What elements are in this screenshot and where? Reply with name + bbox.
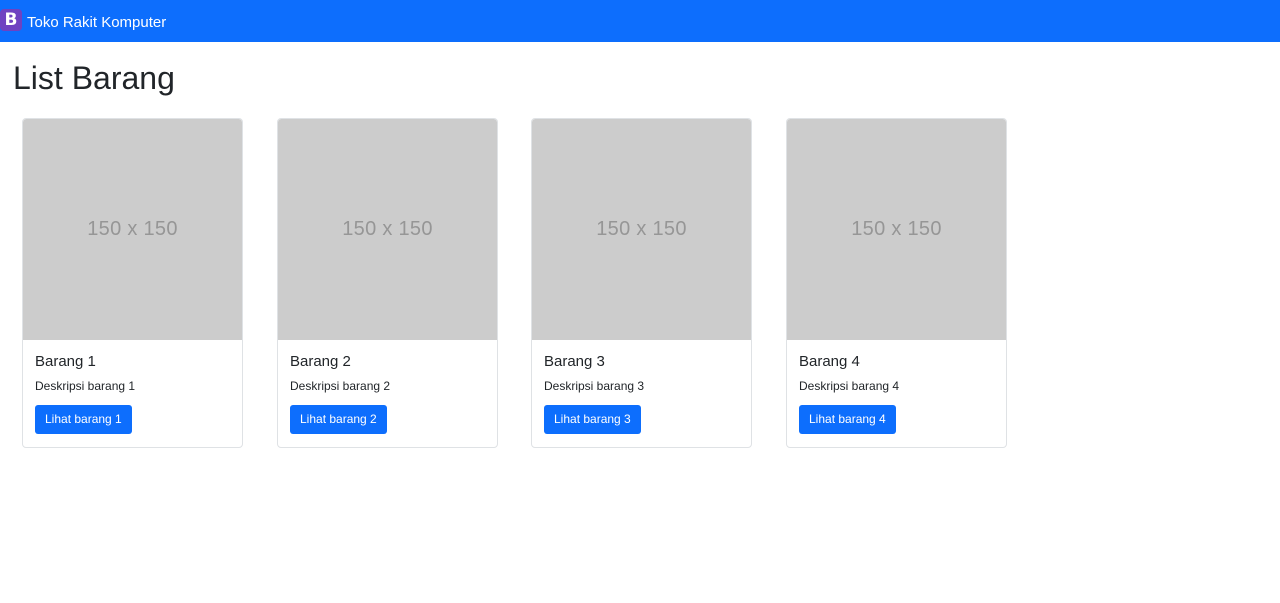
view-item-button[interactable]: Lihat barang 4	[799, 405, 896, 434]
card-title: Barang 2	[290, 353, 351, 370]
view-item-button[interactable]: Lihat barang 2	[290, 405, 387, 434]
product-card-2: 150 x 150 Barang 2 Deskripsi barang 2 Li…	[277, 118, 498, 448]
card-title: Barang 1	[35, 353, 96, 370]
brand-link[interactable]: Toko Rakit Komputer	[27, 14, 166, 31]
card-description: Deskripsi barang 1	[35, 379, 136, 393]
card-title: Barang 3	[544, 353, 605, 370]
product-image-placeholder: 150 x 150	[532, 119, 751, 340]
product-card-1: 150 x 150 Barang 1 Deskripsi barang 1 Li…	[22, 118, 243, 448]
page-title: List Barang	[13, 60, 175, 96]
card-description: Deskripsi barang 2	[290, 379, 391, 393]
view-item-button[interactable]: Lihat barang 3	[544, 405, 641, 434]
product-image-placeholder: 150 x 150	[787, 119, 1006, 340]
card-body: Barang 1 Deskripsi barang 1 Lihat barang…	[23, 340, 242, 434]
card-body: Barang 2 Deskripsi barang 2 Lihat barang…	[278, 340, 497, 434]
view-item-button[interactable]: Lihat barang 1	[35, 405, 132, 434]
card-title: Barang 4	[799, 353, 860, 370]
product-image-placeholder: 150 x 150	[278, 119, 497, 340]
navbar: B Toko Rakit Komputer	[0, 0, 1280, 42]
card-body: Barang 3 Deskripsi barang 3 Lihat barang…	[532, 340, 751, 434]
product-image-placeholder: 150 x 150	[23, 119, 242, 340]
product-card-4: 150 x 150 Barang 4 Deskripsi barang 4 Li…	[786, 118, 1007, 448]
card-body: Barang 4 Deskripsi barang 4 Lihat barang…	[787, 340, 1006, 434]
card-description: Deskripsi barang 3	[544, 379, 645, 393]
product-card-3: 150 x 150 Barang 3 Deskripsi barang 3 Li…	[531, 118, 752, 448]
card-description: Deskripsi barang 4	[799, 379, 900, 393]
bootstrap-logo-icon[interactable]: B	[0, 9, 22, 31]
